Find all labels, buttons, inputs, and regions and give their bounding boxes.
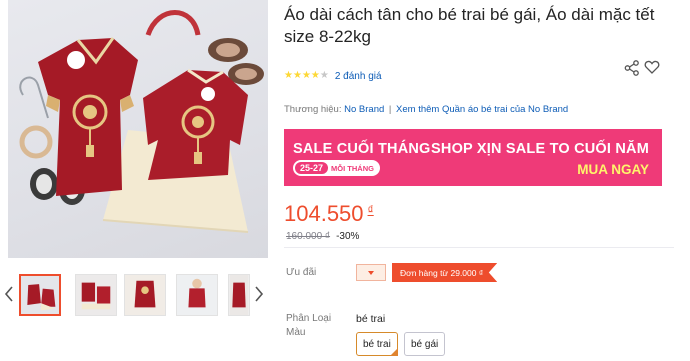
thumbnail-3[interactable]	[124, 274, 166, 316]
variant-label: Phân Loại Màu	[286, 313, 332, 338]
banner-left-title: SALE CUỐI THÁNG	[293, 141, 431, 157]
brand-label: Thương hiệu:	[284, 104, 342, 115]
thumbnail-2[interactable]	[75, 274, 117, 316]
chevron-left-icon[interactable]	[2, 282, 16, 306]
variant-option-be-trai[interactable]: bé trai	[356, 332, 398, 356]
thumbnail-strip	[0, 264, 270, 324]
brand-separator: |	[388, 104, 392, 115]
currency-symbol: ₫	[367, 203, 374, 217]
divider	[284, 247, 674, 248]
coupon-tag[interactable]: Đơn hàng từ 29.000 ₫	[392, 263, 498, 282]
current-price: 104.550 ₫	[284, 201, 374, 227]
main-product-image[interactable]	[8, 0, 268, 258]
brand-row: Thương hiệu: No Brand | Xem thêm Quần áo…	[284, 104, 568, 115]
brand-more-link[interactable]: Xem thêm Quần áo bé trai của No Brand	[396, 104, 568, 115]
banner-date-pill: 25-27 MỖI THÁNG	[293, 160, 380, 176]
share-icon[interactable]	[624, 60, 640, 76]
banner-date-suffix: MỖI THÁNG	[331, 163, 374, 173]
variant-option-be-gai[interactable]: bé gái	[404, 332, 446, 356]
banner-cta[interactable]: MUA NGAY	[577, 162, 649, 177]
variant-selected-value: bé trai	[356, 313, 386, 325]
star-icon: ★	[292, 70, 302, 81]
promo-label: Ưu đãi	[286, 267, 317, 278]
old-price-row: 160.000 ₫ -30%	[286, 231, 359, 242]
brand-link[interactable]: No Brand	[344, 104, 384, 115]
banner-date: 25-27	[295, 162, 329, 174]
thumbnail-4[interactable]	[176, 274, 218, 316]
star-icon: ★	[310, 70, 320, 81]
thumbnail-1[interactable]	[19, 274, 61, 316]
original-price: 160.000 ₫	[286, 231, 331, 242]
current-price-value: 104.550	[284, 201, 364, 226]
discount-percent: -30%	[336, 231, 360, 242]
rating-stars: ★ ★ ★ ★ ★	[284, 71, 329, 81]
promo-banner[interactable]: SALE CUỐI THÁNG 25-27 MỖI THÁNG SHOP XỊN…	[284, 129, 662, 186]
banner-right-title: SHOP XỊN SALE TO CUỐI NĂM	[431, 141, 649, 157]
star-icon: ★	[284, 70, 293, 81]
rating-row: ★ ★ ★ ★ ★ 2 đánh giá	[284, 69, 382, 83]
promo-dropdown-button[interactable]	[356, 264, 386, 281]
product-title: Áo dài cách tân cho bé trai bé gái, Áo d…	[284, 5, 655, 46]
review-count-link[interactable]: 2 đánh giá	[335, 71, 382, 82]
chevron-right-icon[interactable]	[252, 282, 266, 306]
star-icon: ★	[319, 70, 329, 81]
heart-icon[interactable]	[644, 59, 660, 75]
star-icon: ★	[301, 70, 311, 81]
thumbnail-5[interactable]	[228, 274, 250, 316]
